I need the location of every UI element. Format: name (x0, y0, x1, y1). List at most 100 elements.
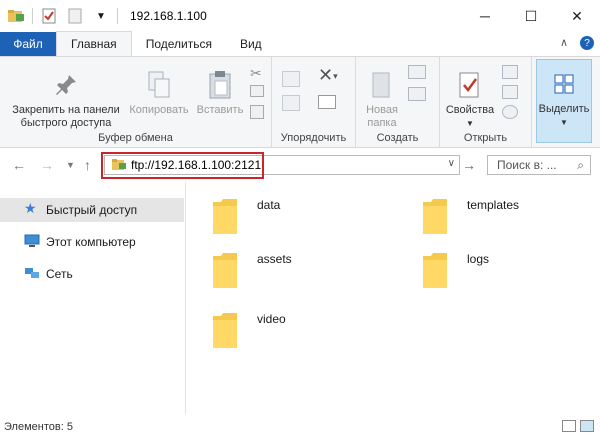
chevron-down-icon[interactable]: ∨ (448, 158, 455, 169)
select-button[interactable]: Выделить ▼ (536, 59, 592, 143)
close-button[interactable]: ✕ (554, 0, 600, 32)
open-group-label: Открыть (463, 132, 508, 144)
title-bar: ▼ 192.168.1.100 ─ ☐ ✕ (0, 0, 600, 32)
tab-share[interactable]: Поделиться (132, 32, 226, 56)
new-item-icon[interactable] (408, 65, 426, 79)
folder-name: assets (257, 252, 292, 266)
new-folder-button[interactable]: Новая папка (360, 69, 404, 130)
tab-view[interactable]: Вид (226, 32, 276, 56)
ribbon-controls: ∧ ? (560, 36, 594, 50)
folder-item[interactable]: assets (211, 250, 292, 290)
copy-to-icon[interactable] (282, 95, 300, 111)
window-controls: ─ ☐ ✕ (462, 0, 600, 32)
separator (32, 8, 33, 24)
organize-group: ✕▾ Упорядочить (272, 57, 356, 147)
move-to-icon[interactable] (282, 71, 300, 87)
minimize-button[interactable]: ─ (462, 0, 508, 32)
file-list: data templates assets logs video (187, 182, 600, 414)
rename-icon[interactable] (318, 95, 336, 109)
paste-shortcut-icon[interactable] (250, 105, 264, 119)
copy-path-icon[interactable] (250, 85, 264, 97)
separator (117, 8, 118, 24)
copy-icon (143, 69, 175, 101)
view-toggle (562, 420, 594, 432)
pin-icon (50, 69, 82, 101)
nav-item-network[interactable]: Сеть (0, 262, 184, 286)
folder-icon (421, 250, 449, 290)
delete-icon[interactable]: ✕▾ (318, 65, 338, 86)
large-icons-view-icon[interactable] (580, 420, 594, 432)
history-icon[interactable] (502, 105, 518, 119)
properties-button[interactable]: Свойства ▼ (442, 69, 498, 130)
nav-item-label: Быстрый доступ (46, 203, 138, 217)
recent-locations-icon[interactable]: ▼ (66, 160, 75, 170)
create-group: Новая папка Создать (356, 57, 440, 147)
paste-label: Вставить (196, 104, 244, 116)
paste-button[interactable]: Вставить (194, 69, 246, 117)
pin-quick-access-button[interactable]: Закрепить на панели быстрого доступа (4, 69, 128, 130)
easy-access-icon[interactable] (408, 87, 426, 101)
ribbon-tabs: Файл Главная Поделиться Вид ∧ ? (0, 31, 600, 56)
select-label: Выделить (538, 103, 590, 115)
copy-label: Копировать (129, 104, 189, 116)
folder-item[interactable]: logs (421, 250, 489, 290)
clipboard-group: Закрепить на панели быстрого доступа Коп… (0, 57, 272, 147)
copy-button[interactable]: Копировать (126, 69, 192, 117)
forward-icon[interactable]: → (40, 157, 54, 173)
pin-label-line1: Закрепить на панели (12, 104, 120, 116)
computer-icon (24, 234, 40, 250)
network-icon (24, 266, 40, 282)
open-icon[interactable] (502, 65, 518, 79)
search-placeholder: Поиск в: ... (497, 158, 557, 172)
new-folder-label-line1: Новая (366, 104, 398, 116)
properties-label: Свойства (445, 104, 495, 116)
folder-name: video (257, 312, 286, 326)
properties-icon[interactable] (39, 6, 59, 26)
edit-icon[interactable] (502, 85, 518, 99)
status-bar: Элементов: 5 (0, 414, 600, 439)
pin-label-line2: быстрого доступа (20, 117, 112, 129)
nav-item-label: Этот компьютер (46, 235, 136, 249)
properties-big-icon (454, 69, 486, 101)
refresh-icon[interactable]: → (462, 157, 476, 173)
chevron-down-icon: ▼ (560, 118, 568, 127)
search-icon: ⌕ (577, 158, 584, 172)
paste-icon (204, 69, 236, 101)
new-folder-big-icon (366, 69, 398, 101)
folder-item[interactable]: templates (421, 196, 519, 236)
window-title: 192.168.1.100 (130, 9, 207, 23)
maximize-button[interactable]: ☐ (508, 0, 554, 32)
new-folder-label-line2: папка (367, 117, 397, 129)
folder-icon (211, 250, 239, 290)
folder-icon (421, 196, 449, 236)
quick-access-toolbar: ▼ 192.168.1.100 (0, 0, 207, 32)
customize-dropdown-icon[interactable]: ▼ (91, 6, 111, 26)
folder-item[interactable]: video (211, 310, 286, 350)
nav-item-quick-access[interactable]: ★ Быстрый доступ (0, 198, 184, 222)
folder-name: data (257, 198, 281, 212)
nav-item-label: Сеть (46, 267, 73, 281)
open-group: Свойства ▼ Открыть (440, 57, 532, 147)
select-grid-icon (548, 68, 580, 100)
select-group: Выделить ▼ (532, 57, 600, 147)
up-icon[interactable]: ↑ (84, 157, 91, 173)
navigation-pane: ★ Быстрый доступ Этот компьютер Сеть (0, 182, 186, 414)
clipboard-group-label: Буфер обмена (98, 132, 173, 144)
folder-item[interactable]: data (211, 196, 280, 236)
details-view-icon[interactable] (562, 420, 576, 432)
organize-group-label: Упорядочить (280, 132, 347, 144)
help-icon[interactable]: ? (580, 36, 594, 50)
nav-item-this-pc[interactable]: Этот компьютер (0, 230, 184, 254)
tab-file[interactable]: Файл (0, 32, 56, 56)
cut-icon[interactable]: ✂ (250, 65, 262, 82)
chevron-up-icon[interactable]: ∧ (560, 36, 568, 50)
back-icon[interactable]: ← (12, 157, 26, 173)
folder-icon (211, 196, 239, 236)
new-folder-icon[interactable] (65, 6, 85, 26)
folder-name: templates (467, 198, 520, 212)
ftp-folder-icon (6, 6, 26, 26)
item-count: Элементов: 5 (4, 420, 73, 433)
tab-home[interactable]: Главная (56, 31, 132, 56)
ribbon: Закрепить на панели быстрого доступа Коп… (0, 56, 600, 148)
search-input[interactable]: Поиск в: ... ⌕ (487, 155, 591, 175)
